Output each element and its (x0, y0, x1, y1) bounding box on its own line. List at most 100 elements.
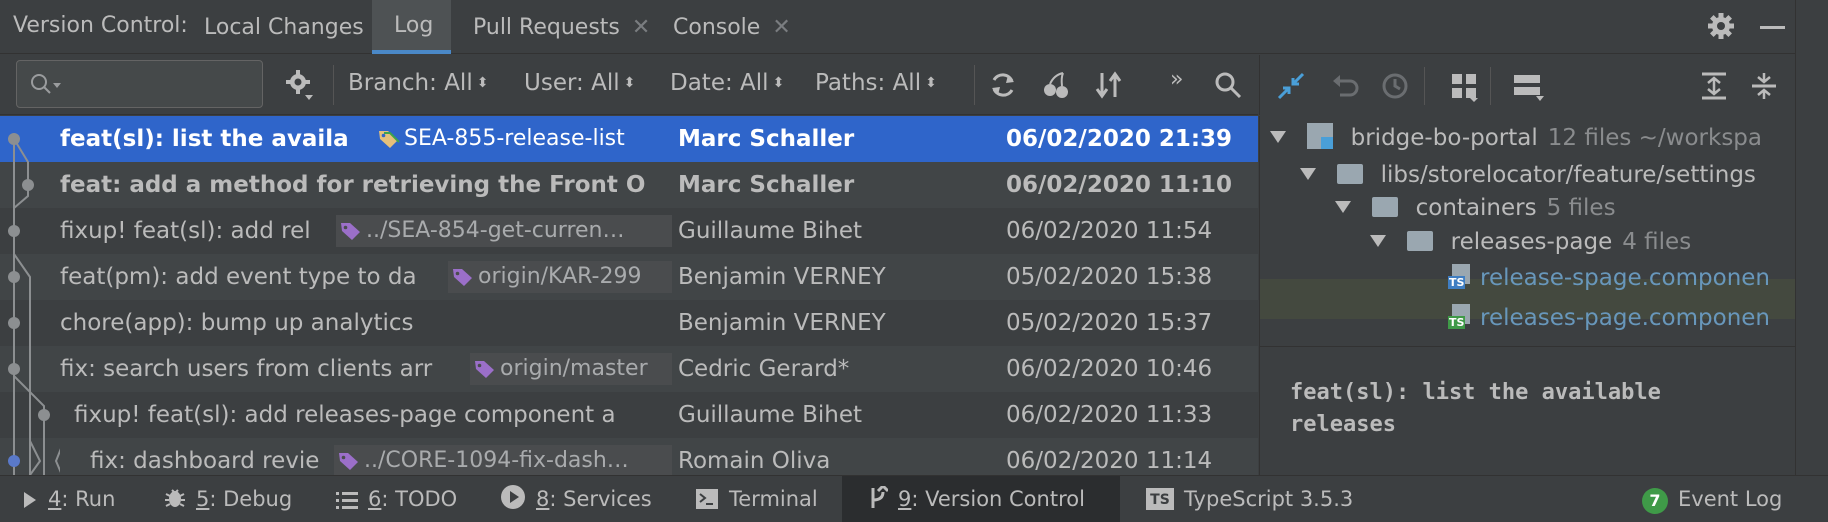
tree-node-meta: 4 files (1622, 229, 1692, 255)
date-filter-label: Date: All (670, 70, 769, 96)
tab-console[interactable]: Console ✕ (651, 0, 813, 54)
run-tool-button[interactable]: 4: Run (22, 476, 115, 522)
services-label: : Services (549, 487, 652, 511)
commit-full-message: feat(sl): list the available releases (1290, 380, 1661, 437)
commit-row[interactable]: chore(app): bump up analytics Benjamin V… (0, 300, 1258, 346)
commit-date: 06/02/2020 11:10 (1006, 172, 1233, 198)
commit-message: feat: add a method for retrieving the Fr… (60, 162, 672, 208)
typescript-icon: TS (1146, 488, 1174, 510)
event-log-button[interactable]: 7 Event Log (1642, 476, 1782, 522)
services-icon (501, 485, 525, 509)
updown-arrow-icon: ⬍ (772, 75, 785, 91)
commit-message-text: fixup! feat(sl): add rel (60, 218, 311, 244)
tag-icon (341, 223, 360, 240)
folder-icon (1372, 197, 1399, 217)
more-actions-icon[interactable]: » (1170, 67, 1183, 92)
todo-label: : TODO (381, 487, 458, 511)
changed-files-tree[interactable]: bridge-bo-portal 12 files ~/workspa libs/… (1259, 116, 1795, 346)
commit-message: chore(app): bump up analytics (60, 300, 672, 346)
revert-icon[interactable] (1330, 71, 1360, 101)
cherry-pick-icon[interactable] (1041, 70, 1071, 100)
version-control-tool-button[interactable]: 9: Version Control (842, 476, 1120, 522)
services-tool-button[interactable]: 8: Services (500, 476, 652, 522)
run-label: : Run (61, 487, 116, 511)
run-shortcut: 4 (48, 487, 62, 511)
sort-icon[interactable] (1094, 70, 1124, 100)
commit-row[interactable]: fix: dashboard revie ../CORE-1094-fix-da… (0, 438, 1258, 475)
branch-filter[interactable]: Branch: All ⬍ (348, 70, 488, 96)
tree-node-file[interactable]: TS release-spage.componen (1448, 258, 1770, 298)
history-icon[interactable] (1380, 71, 1410, 101)
commit-node (8, 133, 20, 145)
tag-icon (379, 131, 400, 148)
debug-tool-button[interactable]: 5: Debug (164, 476, 292, 522)
tree-node-folder[interactable]: releases-page 4 files (1370, 222, 1691, 262)
minimize-icon[interactable] (1760, 26, 1785, 29)
tab-local-changes[interactable]: Local Changes (182, 0, 386, 54)
terminal-tool-button[interactable]: Terminal (695, 476, 818, 522)
commit-date: 06/02/2020 21:39 (1006, 126, 1233, 152)
date-filter[interactable]: Date: All ⬍ (670, 70, 784, 96)
branch-label-text: origin/master (500, 356, 648, 381)
services-shortcut: 8 (536, 487, 550, 511)
collapse-all-icon[interactable] (1750, 71, 1778, 101)
branch-label: SEA-855-release-list (374, 123, 676, 155)
commit-graph (8, 133, 60, 475)
expand-all-icon[interactable] (1700, 71, 1728, 101)
tab-log[interactable]: Log (372, 0, 451, 54)
commit-author: Benjamin VERNEY (678, 310, 886, 336)
commit-row[interactable]: feat: add a method for retrieving the Fr… (0, 162, 1258, 208)
commit-node (8, 225, 20, 237)
commit-row[interactable]: feat(sl): list the availa SEA-855-releas… (0, 116, 1258, 162)
commit-message-text: fix: dashboard revie (90, 448, 320, 474)
search-input[interactable] (16, 60, 263, 108)
terminal-label: Terminal (729, 487, 818, 511)
log-toolbar: Branch: All ⬍ User: All ⬍ Date: All ⬍ Paths… (0, 55, 1258, 115)
tree-node-label: libs/storelocator/feature/settings (1380, 162, 1756, 188)
tree-node-root[interactable]: bridge-bo-portal 12 files ~/workspa (1270, 118, 1762, 158)
commit-node (8, 271, 20, 283)
commit-row[interactable]: fixup! feat(sl): add rel ../SEA-854-get-… (0, 208, 1258, 254)
branch-label-text: SEA-855-release-list (404, 126, 625, 151)
toolbar-separator (1490, 67, 1491, 105)
commit-details-panel: feat(sl): list the available releases (1259, 347, 1795, 475)
tree-node-label: releases-page (1450, 229, 1613, 255)
commit-log-table[interactable]: feat(sl): list the availa SEA-855-releas… (0, 116, 1258, 475)
close-icon[interactable]: ✕ (772, 15, 790, 40)
tab-pull-requests[interactable]: Pull Requests ✕ (451, 0, 672, 54)
close-icon[interactable]: ✕ (632, 15, 650, 40)
group-by-icon[interactable] (1450, 72, 1480, 102)
user-filter[interactable]: User: All ⬍ (524, 70, 635, 96)
paths-filter[interactable]: Paths: All ⬍ (815, 70, 937, 96)
commit-date: 05/02/2020 15:38 (1006, 264, 1213, 290)
tag-icon (475, 361, 494, 378)
todo-list-icon (336, 492, 358, 509)
commit-node (22, 179, 34, 191)
bug-icon (165, 489, 185, 507)
commit-author: Benjamin VERNEY (678, 264, 886, 290)
todo-shortcut: 6 (368, 487, 382, 511)
vc-label: : Version Control (911, 487, 1085, 511)
todo-tool-button[interactable]: 6: TODO (336, 476, 457, 522)
commit-message-text: chore(app): bump up analytics (60, 310, 414, 336)
commit-author: Guillaume Bihet (678, 402, 863, 428)
tree-node-file[interactable]: TS releases-page.componen (1448, 298, 1770, 338)
branch-label: ../CORE-1094-fix-dash… (334, 445, 672, 475)
commit-row[interactable]: fixup! feat(sl): add releases-page compo… (0, 392, 1258, 438)
commit-row[interactable]: fix: search users from clients arr origi… (0, 346, 1258, 392)
tree-node-label: containers (1415, 195, 1537, 221)
tab-label: Console (673, 14, 761, 40)
toolbar-separator (333, 65, 334, 105)
typescript-file-icon: TS (1448, 304, 1474, 330)
tool-window-bar: 4: Run 5: Debug 6: TODO 8: Services Term… (0, 475, 1828, 522)
typescript-tool-button[interactable]: TS TypeScript 3.5.3 (1146, 476, 1353, 522)
settings-gear-icon[interactable] (285, 69, 315, 101)
refresh-icon[interactable] (988, 70, 1018, 100)
commit-date: 06/02/2020 11:14 (1006, 448, 1213, 474)
commit-row[interactable]: feat(pm): add event type to da origin/KA… (0, 254, 1258, 300)
gear-icon[interactable] (1706, 11, 1736, 41)
collapse-arrows-icon[interactable] (1275, 70, 1307, 102)
branch-label: origin/KAR-299 (448, 261, 672, 293)
find-icon[interactable] (1213, 70, 1243, 100)
layout-icon[interactable] (1512, 72, 1546, 102)
